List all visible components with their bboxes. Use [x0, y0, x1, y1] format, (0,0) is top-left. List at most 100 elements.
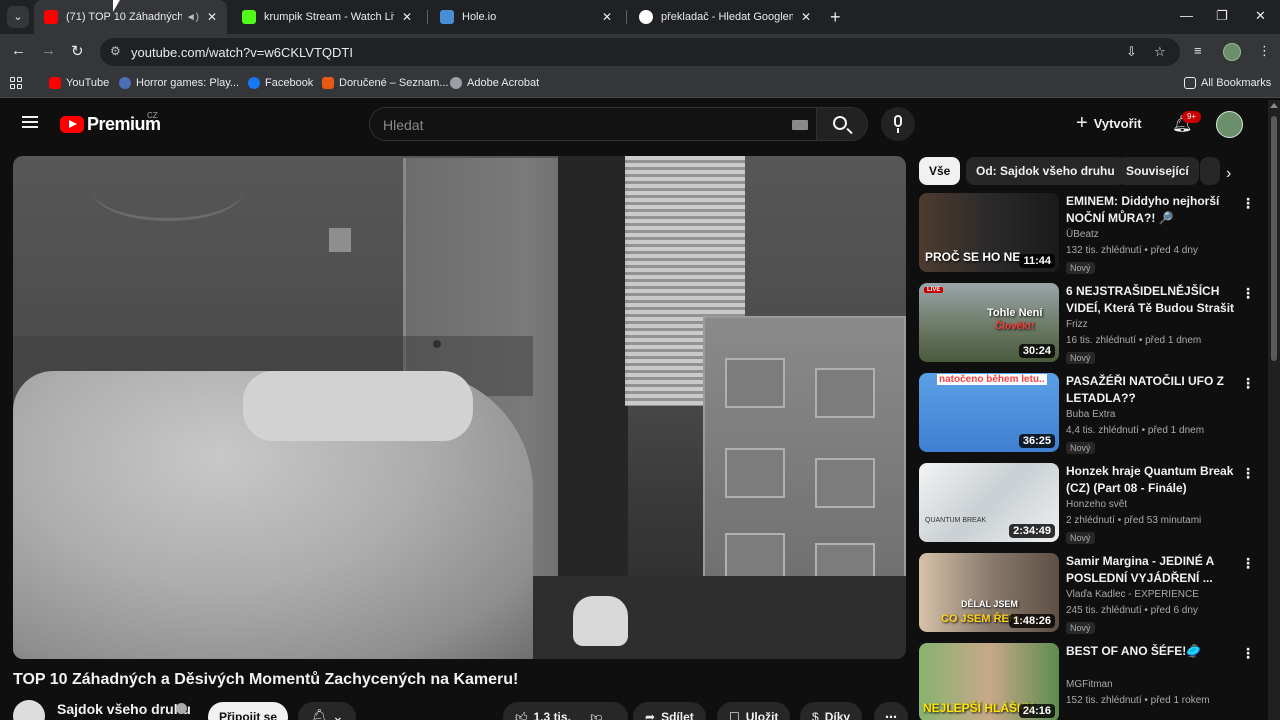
bookmark-seznam[interactable]: Doručené – Seznam... [322, 77, 448, 89]
back-icon[interactable]: ← [11, 42, 26, 59]
search-button[interactable] [817, 107, 868, 141]
save-icon: ☐ [729, 710, 740, 720]
reload-icon[interactable]: ↻ [71, 42, 84, 60]
scrollbar-thumb[interactable] [1271, 116, 1277, 361]
address-bar[interactable]: ⚙ youtube.com/watch?v=w6CKLVTQDTI ⇩ ☆ [100, 38, 1180, 66]
seznam-icon [322, 77, 334, 89]
recommendation-item[interactable]: NEJLEPŠÍ HLÁŠKY 24:16 BEST OF ANO ŠÉFE!🥏… [919, 643, 1259, 720]
tab-holeio[interactable]: Hole.io ✕ [430, 0, 622, 34]
recommendation-meta: 245 tis. zhlédnutí • před 6 dny [1066, 605, 1198, 616]
recommendation-item[interactable]: natočeno během letu.. 36:25 PASAŽÉŘI NAT… [919, 373, 1259, 454]
join-button[interactable]: Připojit se [208, 702, 288, 720]
forward-icon[interactable]: → [41, 42, 56, 59]
recommendation-channel[interactable]: Buba Extra [1066, 409, 1115, 420]
video-thumbnail[interactable]: NEJLEPŠÍ HLÁŠKY 24:16 [919, 643, 1059, 720]
close-tab-icon[interactable]: ✕ [602, 10, 612, 24]
recommendation-item[interactable]: LIVE Tohle Není Člověk!! 30:24 6 NEJSTRA… [919, 283, 1259, 364]
like-button[interactable]: 👍︎ 1,3 tis. 👎︎ [503, 702, 628, 720]
new-tab-icon[interactable]: + [830, 7, 841, 28]
save-button[interactable]: ☐ Uložit [717, 702, 791, 720]
recommendation-title[interactable]: PASAŽÉŘI NATOČILI UFO Z LETADLA?? [1066, 373, 1236, 407]
recommendation-title[interactable]: 6 NEJSTRAŠIDELNĚJŠÍCH VIDEÍ, Která Tě Bu… [1066, 283, 1236, 317]
video-frame-pillow [243, 371, 473, 441]
chip-from-channel[interactable]: Od: Sajdok všeho druhu [966, 157, 1125, 185]
mouse-cursor-icon [113, 0, 120, 12]
recommendation-title[interactable]: Samir Margina - JEDINÉ A POSLEDNÍ VYJÁDŘ… [1066, 553, 1236, 587]
video-thumbnail[interactable]: PROČ SE HO NE 11:44 [919, 193, 1059, 272]
recommendation-channel[interactable]: Honzeho svět [1066, 499, 1127, 510]
profile-avatar[interactable] [1223, 43, 1241, 61]
close-tab-icon[interactable]: ✕ [207, 10, 217, 24]
search-input[interactable] [383, 115, 783, 135]
close-tab-icon[interactable]: ✕ [402, 10, 412, 24]
more-options-icon[interactable]: ⋮ [1241, 645, 1255, 662]
account-avatar[interactable] [1216, 111, 1243, 138]
all-bookmarks[interactable]: All Bookmarks [1184, 77, 1271, 89]
search-icon [833, 116, 847, 130]
recommendation-item[interactable]: PROČ SE HO NE 11:44 EMINEM: Diddyho nejh… [919, 193, 1259, 274]
tab-kick[interactable]: krumpik Stream - Watch Live on Kick ✕ [232, 0, 422, 34]
speaker-icon[interactable]: ◄) [186, 12, 199, 23]
recommendation-channel[interactable]: Vlaďa Kadlec - EXPERIENCE [1066, 589, 1199, 600]
more-options-icon[interactable]: ⋮ [1241, 375, 1255, 392]
video-player[interactable] [13, 156, 906, 659]
channel-name[interactable]: Sajdok všeho druhu [57, 701, 191, 717]
url-text[interactable]: youtube.com/watch?v=w6CKLVTQDTI [131, 45, 353, 60]
tab-youtube[interactable]: (71) TOP 10 Záhadných a Děsivých ◄) ✕ [34, 0, 227, 34]
recommendation-title[interactable]: Honzek hraje Quantum Break (CZ) (Part 08… [1066, 463, 1236, 497]
create-button[interactable]: + Vytvořit [1076, 112, 1142, 135]
recommendation-channel[interactable]: MGFitman [1066, 679, 1113, 690]
video-thumbnail[interactable]: natočeno během letu.. 36:25 [919, 373, 1059, 452]
folder-icon [1184, 77, 1196, 89]
hamburger-menu-icon[interactable] [22, 116, 38, 128]
scroll-up-icon[interactable] [1270, 103, 1278, 108]
tab-search-button[interactable]: ⌄ [7, 6, 29, 28]
tab-title: Hole.io [462, 11, 497, 23]
chip-more[interactable] [1200, 157, 1220, 185]
chip-all[interactable]: Vše [919, 157, 961, 185]
more-options-icon[interactable]: ⋮ [1241, 285, 1255, 302]
install-app-icon[interactable]: ⇩ [1126, 44, 1137, 60]
restore-icon[interactable]: ❐ [1216, 8, 1228, 24]
recommendation-item[interactable]: DĚLAL JSEM CO JSEM ŘEKL 1:48:26 Samir Ma… [919, 553, 1259, 634]
share-button[interactable]: ➦ Sdílet [633, 702, 706, 720]
recommendation-channel[interactable]: Frizz [1066, 319, 1088, 330]
chevron-right-icon[interactable]: › [1226, 165, 1231, 183]
recommendation-title[interactable]: BEST OF ANO ŠÉFE!🥏 [1066, 643, 1236, 660]
more-actions-button[interactable]: ⋯ [874, 702, 908, 720]
site-info-icon[interactable]: ⚙ [110, 44, 121, 58]
bookmark-facebook[interactable]: Facebook [248, 77, 313, 89]
bookmark-horror-games[interactable]: Horror games: Play... [119, 77, 239, 89]
subscription-bell-button[interactable]: 🔔︎ ⌄ [298, 702, 356, 720]
more-options-icon[interactable]: ⋮ [1241, 465, 1255, 482]
recommendation-item[interactable]: QUANTUM BREAK 2:34:49 Honzek hraje Quant… [919, 463, 1259, 544]
close-window-icon[interactable]: ✕ [1255, 8, 1266, 24]
video-thumbnail[interactable]: QUANTUM BREAK 2:34:49 [919, 463, 1059, 542]
recommendation-title[interactable]: EMINEM: Diddyho nejhorší NOČNÍ MŮRA?! 🔎 [1066, 193, 1236, 227]
minimize-icon[interactable]: — [1180, 8, 1193, 23]
video-thumbnail[interactable]: LIVE Tohle Není Člověk!! 30:24 [919, 283, 1059, 362]
video-thumbnail[interactable]: DĚLAL JSEM CO JSEM ŘEKL 1:48:26 [919, 553, 1059, 632]
media-control-icon[interactable]: ≡ [1194, 43, 1202, 58]
menu-dots-icon[interactable]: ⋮ [1258, 43, 1271, 59]
bookmark-star-icon[interactable]: ☆ [1154, 44, 1166, 60]
more-options-icon[interactable]: ⋮ [1241, 195, 1255, 212]
keyboard-icon[interactable] [792, 120, 808, 130]
more-options-icon[interactable]: ⋮ [1241, 555, 1255, 572]
kick-favicon-icon [242, 10, 256, 24]
bookmark-youtube[interactable]: YouTube [49, 77, 109, 89]
chip-related[interactable]: Související [1116, 157, 1199, 185]
close-tab-icon[interactable]: ✕ [801, 10, 811, 24]
youtube-logo[interactable]: Premium [60, 114, 161, 135]
youtube-header: Premium CZ + Vytvořit 🔔︎ 9+ [0, 100, 1268, 148]
recommendation-channel[interactable]: ÜBeatz [1066, 229, 1099, 240]
apps-grid-icon[interactable] [10, 77, 22, 89]
thanks-button[interactable]: $ Díky [800, 702, 863, 720]
search-box[interactable] [369, 107, 817, 141]
thumbs-down-icon[interactable]: 👎︎ [590, 702, 602, 720]
page-scrollbar[interactable] [1268, 100, 1280, 720]
tab-google[interactable]: překladač - Hledat Googlem ✕ [629, 0, 821, 34]
bookmark-adobe[interactable]: Adobe Acrobat [450, 77, 539, 89]
voice-search-button[interactable] [881, 107, 915, 141]
channel-avatar[interactable] [13, 700, 45, 720]
